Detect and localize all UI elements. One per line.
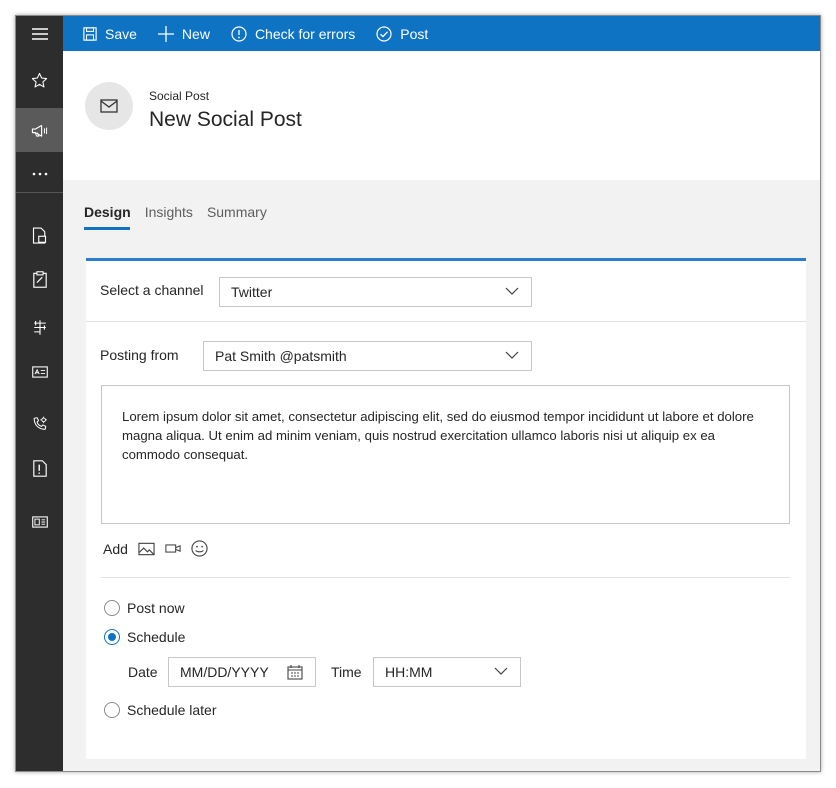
rail-divider bbox=[16, 192, 63, 193]
envelope-icon bbox=[100, 99, 118, 113]
entity-name: Social Post bbox=[149, 89, 210, 103]
add-label: Add bbox=[103, 540, 128, 557]
left-navigation-rail bbox=[16, 16, 63, 771]
schedule-radio[interactable]: Schedule bbox=[104, 629, 185, 645]
megaphone-icon[interactable] bbox=[16, 108, 63, 152]
schedule-later-label: Schedule later bbox=[127, 702, 217, 718]
time-label: Time bbox=[331, 664, 362, 680]
info-circle-icon bbox=[231, 25, 247, 42]
post-label: Post bbox=[400, 25, 429, 42]
posting-from-select[interactable]: Pat Smith @patsmith bbox=[203, 341, 532, 371]
emoji-icon[interactable] bbox=[191, 540, 208, 557]
section-divider bbox=[101, 577, 790, 578]
command-bar: Save New Check for errors Post bbox=[63, 16, 820, 51]
chevron-down-icon bbox=[505, 351, 519, 359]
check-for-errors-label: Check for errors bbox=[254, 25, 356, 42]
posting-from-value: Pat Smith @patsmith bbox=[215, 348, 347, 364]
document-icon[interactable] bbox=[16, 213, 63, 257]
design-form: Select a channel Twitter Posting from Pa… bbox=[86, 258, 806, 759]
channel-label: Select a channel bbox=[100, 282, 204, 298]
plus-icon bbox=[157, 25, 174, 42]
phone-settings-icon[interactable] bbox=[16, 401, 63, 445]
clipboard-icon[interactable] bbox=[16, 257, 63, 301]
video-icon[interactable] bbox=[165, 543, 181, 554]
channel-select[interactable]: Twitter bbox=[219, 277, 532, 307]
message-textarea[interactable]: Lorem ipsum dolor sit amet, consectetur … bbox=[101, 385, 790, 524]
date-label: Date bbox=[128, 664, 158, 680]
posting-from-label: Posting from bbox=[100, 347, 179, 363]
schedule-label: Schedule bbox=[127, 629, 186, 645]
post-now-label: Post now bbox=[127, 600, 185, 616]
calendar-icon[interactable] bbox=[287, 665, 303, 680]
post-button[interactable]: Post bbox=[376, 26, 428, 42]
avatar bbox=[85, 82, 133, 130]
chevron-down-icon bbox=[494, 667, 508, 675]
save-label: Save bbox=[105, 25, 137, 42]
record-header: Social Post New Social Post bbox=[63, 51, 820, 180]
radio-button-checked bbox=[104, 629, 120, 645]
time-placeholder: HH:MM bbox=[385, 664, 433, 680]
tab-design[interactable]: Design bbox=[84, 204, 131, 230]
chevron-down-icon bbox=[505, 287, 519, 295]
tab-insights[interactable]: Insights bbox=[145, 204, 193, 230]
flow-icon[interactable] bbox=[16, 305, 63, 349]
channel-value: Twitter bbox=[231, 284, 273, 300]
radio-button bbox=[104, 702, 120, 718]
app-window: Save New Check for errors Post Social Po… bbox=[15, 15, 821, 772]
tab-summary[interactable]: Summary bbox=[207, 204, 267, 230]
image-icon[interactable] bbox=[138, 542, 155, 556]
check-for-errors-button[interactable]: Check for errors bbox=[231, 26, 355, 42]
star-icon[interactable] bbox=[16, 58, 63, 102]
checkmark-circle-icon bbox=[376, 25, 392, 42]
channel-row: Select a channel Twitter bbox=[86, 261, 806, 322]
card-icon[interactable] bbox=[16, 350, 63, 394]
new-label: New bbox=[181, 25, 210, 42]
tab-list: Design Insights Summary bbox=[84, 204, 281, 230]
date-input[interactable]: MM/DD/YYYY bbox=[168, 657, 316, 687]
alert-document-icon[interactable] bbox=[16, 446, 63, 490]
time-select[interactable]: HH:MM bbox=[373, 657, 521, 687]
hamburger-menu-icon[interactable] bbox=[16, 16, 63, 51]
page-title: New Social Post bbox=[149, 108, 302, 131]
save-button[interactable]: Save bbox=[83, 26, 137, 42]
add-media-row: Add bbox=[103, 540, 208, 557]
save-icon bbox=[83, 26, 97, 41]
more-icon[interactable] bbox=[16, 156, 63, 192]
radio-button bbox=[104, 600, 120, 616]
id-card-icon[interactable] bbox=[16, 500, 63, 544]
new-button[interactable]: New bbox=[157, 25, 210, 42]
schedule-later-radio[interactable]: Schedule later bbox=[104, 702, 217, 718]
date-placeholder: MM/DD/YYYY bbox=[180, 664, 269, 680]
post-now-radio[interactable]: Post now bbox=[104, 600, 185, 616]
